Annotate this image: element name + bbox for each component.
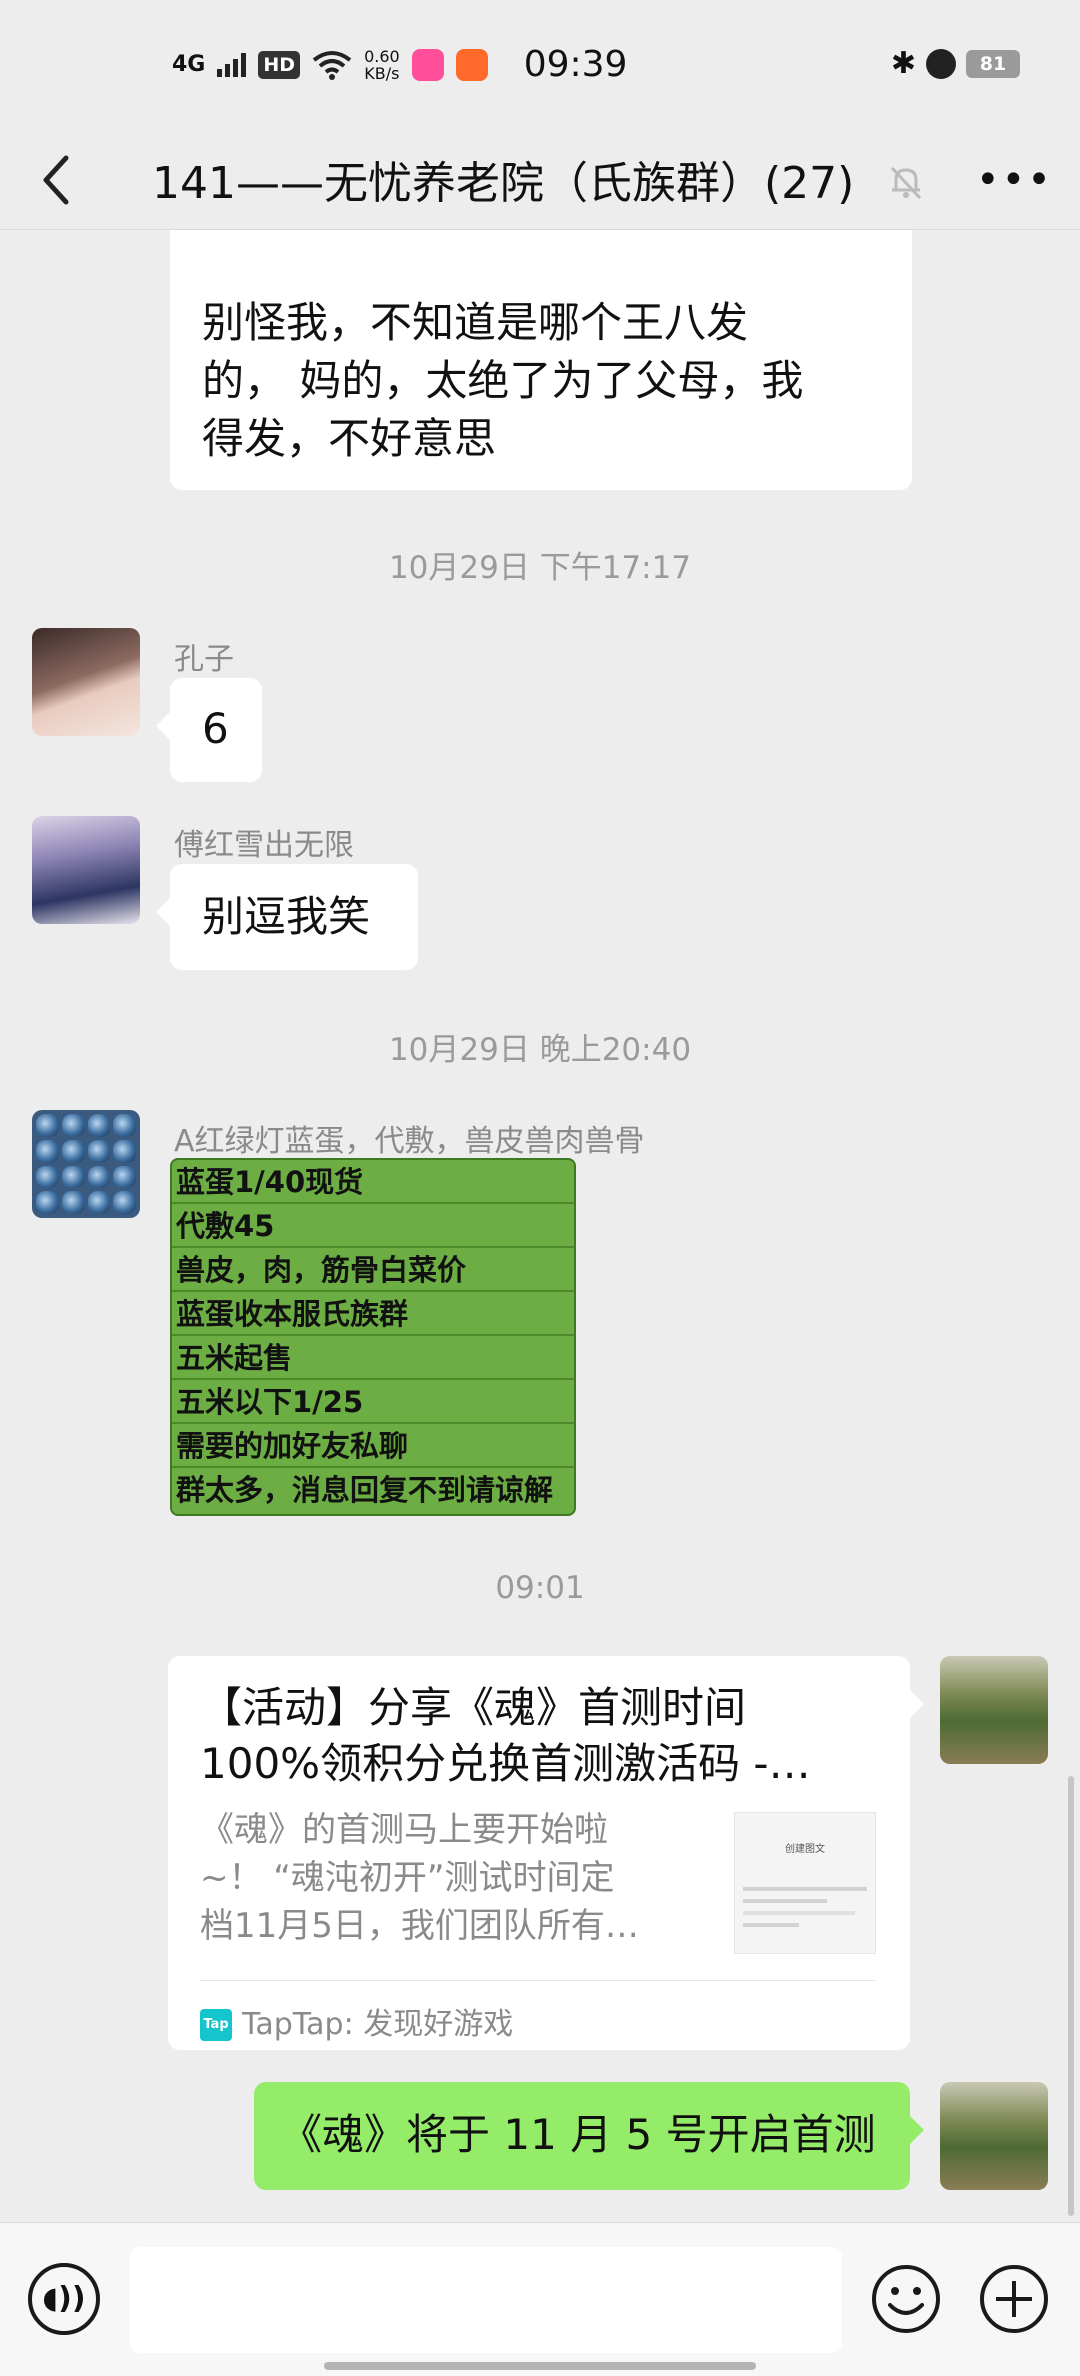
- network-type: 4G: [172, 51, 206, 77]
- home-indicator[interactable]: [324, 2362, 756, 2370]
- battery-icon: 81: [966, 49, 1020, 78]
- card-description: 《魂》的首测马上要开始啦 ~！ “魂沌初开”测试时间定 档11月5日，我们团队所…: [200, 1806, 700, 1950]
- status-left: 4G HD 0.60 KB/s 09:39: [172, 44, 627, 85]
- my-avatar[interactable]: [940, 1656, 1048, 1764]
- image-text-line: 群太多，消息回复不到请谅解: [176, 1473, 554, 1507]
- message-bubble[interactable]: 6: [156, 678, 262, 782]
- avatar[interactable]: [32, 628, 140, 736]
- my-avatar[interactable]: [940, 2082, 1048, 2190]
- message-text: 别怪我，不知道是哪个王八发: [202, 298, 749, 347]
- image-text-line: 蓝蛋1/40现货: [172, 1160, 574, 1204]
- sender-name: 孔子: [174, 642, 234, 677]
- avatar[interactable]: [32, 816, 140, 924]
- message-text: 别逗我笑: [202, 892, 371, 941]
- card-desc-line: 《魂》的首测马上要开始啦: [200, 1810, 608, 1850]
- avatar[interactable]: [32, 1110, 140, 1218]
- message-bubble[interactable]: 别怪我，不知道是哪个王八发 的， 妈的，太绝了为了父母，我 得发，不好意思: [170, 230, 912, 490]
- image-text-line: 蓝蛋收本服氏族群: [172, 1292, 574, 1336]
- net-speed-unit: KB/s: [364, 63, 400, 83]
- taptap-logo-icon: Tap: [200, 2009, 232, 2041]
- image-text-line: 兽皮，肉，筋骨白菜价: [172, 1248, 574, 1292]
- scrollbar[interactable]: [1068, 1776, 1074, 2216]
- message-bubble[interactable]: 别逗我笑: [156, 864, 418, 970]
- net-speed: 0.60 KB/s: [364, 48, 400, 82]
- message-text: 得发，不好意思: [202, 414, 497, 463]
- status-bar: 4G HD 0.60 KB/s 09:39 ✱ 81: [0, 0, 1080, 130]
- status-right: ✱ 81: [891, 46, 1020, 81]
- card-title-line: 100%领积分兑换首测激活码 -…: [200, 1739, 811, 1788]
- image-message[interactable]: 蓝蛋1/40现货 代敷45 兽皮，肉，筋骨白菜价 蓝蛋收本服氏族群 五米起售 五…: [170, 1158, 576, 1516]
- card-source: Tap TapTap: 发现好游戏: [200, 1996, 513, 2054]
- message-text: 6: [202, 704, 229, 753]
- bluetooth-icon: ✱: [890, 46, 916, 81]
- card-desc-line: 档11月5日，我们团队所有…: [200, 1906, 639, 1946]
- link-card[interactable]: 【活动】分享《魂》首测时间 100%领积分兑换首测激活码 -… 《魂》的首测马上…: [168, 1656, 924, 2050]
- input-bar: ◖)): [0, 2222, 1080, 2376]
- image-text-line: 需要的加好友私聊: [172, 1424, 574, 1468]
- alarm-icon: [926, 48, 956, 79]
- clock: 09:39: [523, 44, 628, 85]
- image-text-line: 五米以下1/25: [172, 1380, 574, 1424]
- more-options-icon[interactable]: •••: [976, 160, 1053, 200]
- image-text-line: 五米起售: [172, 1336, 574, 1380]
- card-source-name: TapTap: 发现好游戏: [242, 2007, 514, 2042]
- wifi-icon: [312, 50, 352, 80]
- message-input[interactable]: [130, 2247, 842, 2353]
- card-thumbnail: 创建图文: [734, 1812, 876, 1954]
- chat-header: 141——无忧养老院（氏族群）(27) •••: [0, 130, 1080, 230]
- bell-off-icon: [890, 166, 922, 200]
- plus-icon[interactable]: [978, 2263, 1050, 2335]
- sender-name: A红绿灯蓝蛋，代敷，兽皮兽肉兽骨: [174, 1124, 645, 1159]
- timestamp: 10月29日 晚上20:40: [388, 1032, 692, 1068]
- image-text-line: 代敷45: [172, 1204, 574, 1248]
- app-notification-icon: [455, 48, 488, 81]
- message-text: 的， 妈的，太绝了为了父母，我: [202, 356, 804, 405]
- timestamp: 10月29日 下午17:17: [388, 550, 692, 586]
- thumbnail-caption: 创建图文: [785, 1844, 825, 1855]
- app-notification-icon: [411, 48, 444, 81]
- signal-icon: [217, 52, 247, 77]
- message-text: 《魂》将于 11 月 5 号开启首测: [280, 2110, 876, 2159]
- smiley-icon[interactable]: [870, 2263, 942, 2335]
- message-bubble[interactable]: 《魂》将于 11 月 5 号开启首测: [254, 2082, 924, 2190]
- back-arrow-icon[interactable]: [36, 152, 76, 208]
- divider: [200, 1980, 876, 1981]
- card-title: 【活动】分享《魂》首测时间 100%领积分兑换首测激活码 -…: [200, 1680, 880, 1792]
- card-title-line: 【活动】分享《魂》首测时间: [200, 1683, 747, 1732]
- hd-badge: HD: [258, 50, 301, 79]
- voice-icon[interactable]: ◖)): [28, 2263, 100, 2335]
- card-desc-line: ~！ “魂沌初开”测试时间定: [200, 1858, 615, 1898]
- chat-title: 141——无忧养老院（氏族群）(27): [152, 158, 855, 209]
- timestamp: 09:01: [495, 1570, 585, 1606]
- sender-name: 傅红雪出无限: [174, 828, 354, 863]
